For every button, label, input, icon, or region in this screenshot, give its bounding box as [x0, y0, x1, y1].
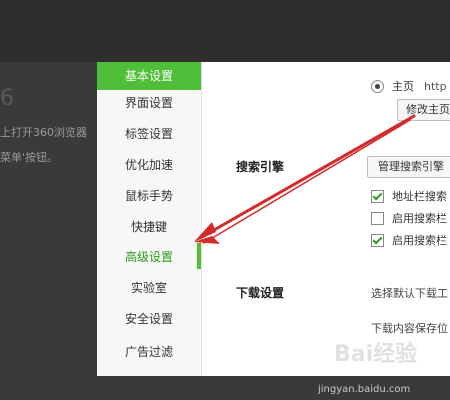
- checkbox-label: 地址栏搜索: [392, 190, 447, 203]
- settings-sidebar: 基本设置 界面设置 标签设置 优化加速 鼠标手势 快捷键 高级设置 实验室 安全…: [97, 62, 202, 376]
- checkbox-label: 启用搜索栏: [392, 234, 447, 247]
- checkbox-option[interactable]: 启用搜索栏: [371, 210, 447, 226]
- checkbox-label: 启用搜索栏: [392, 212, 447, 225]
- background-step-number: 6: [0, 86, 14, 111]
- background-text-line: 上打开360浏览器: [0, 126, 87, 139]
- sidebar-item-advanced-settings[interactable]: 高级设置: [97, 243, 201, 271]
- background-text-line: 菜单'按钮。: [0, 151, 59, 164]
- checkbox[interactable]: [371, 233, 384, 247]
- homepage-label: 主页: [392, 80, 414, 93]
- sidebar-item-optimize-speed[interactable]: 优化加速: [97, 151, 201, 179]
- modify-homepage-button[interactable]: 修改主页: [397, 99, 450, 121]
- checkbox-option[interactable]: 启用搜索栏: [371, 232, 447, 248]
- sidebar-item-shortcuts[interactable]: 快捷键: [97, 213, 201, 241]
- homepage-url: http: [424, 79, 447, 93]
- sidebar-item-basic-settings[interactable]: 基本设置: [97, 62, 201, 90]
- search-engine-label: 搜索引擎: [236, 160, 285, 174]
- homepage-radio-option[interactable]: 主页 http: [371, 78, 447, 94]
- settings-window: 基本设置 界面设置 标签设置 优化加速 鼠标手势 快捷键 高级设置 实验室 安全…: [97, 62, 450, 376]
- sidebar-item-ad-filter[interactable]: 广告过滤: [97, 338, 201, 366]
- settings-content: 主页 http 修改主页 搜索引擎 管理搜索引擎 地址栏搜索 启用搜索栏 启用搜…: [201, 62, 450, 376]
- sidebar-item-lab[interactable]: 实验室: [97, 274, 201, 302]
- watermark-text: jingyan.baidu.com: [318, 384, 411, 395]
- background-dark-area: [0, 0, 450, 62]
- sidebar-item-interface-settings[interactable]: 界面设置: [97, 89, 201, 117]
- checkbox[interactable]: [371, 211, 384, 225]
- watermark-logo: Bai经验: [334, 342, 418, 367]
- checkbox[interactable]: [371, 189, 384, 203]
- radio-button[interactable]: [371, 79, 384, 93]
- download-default-tool-text: 选择默认下载工: [371, 287, 448, 300]
- sidebar-item-mouse-gesture[interactable]: 鼠标手势: [97, 182, 201, 210]
- download-save-location-text: 下载内容保存位: [371, 322, 448, 335]
- checkbox-option[interactable]: 地址栏搜索: [371, 188, 447, 204]
- sidebar-item-security-settings[interactable]: 安全设置: [97, 305, 201, 333]
- download-settings-label: 下载设置: [236, 286, 285, 300]
- manage-search-engine-button[interactable]: 管理搜索引擎: [367, 156, 450, 178]
- sidebar-item-tab-settings[interactable]: 标签设置: [97, 120, 201, 148]
